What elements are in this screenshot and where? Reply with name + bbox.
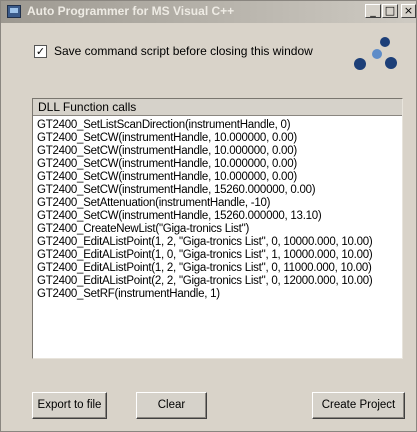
save-script-checkbox[interactable]: ✓	[34, 45, 47, 58]
create-project-button[interactable]: Create Project	[312, 392, 405, 419]
list-item[interactable]: GT2400_SetCW(instrumentHandle, 15260.000…	[37, 210, 400, 223]
close-button[interactable]: ×	[401, 4, 416, 18]
save-script-label[interactable]: Save command script before closing this …	[54, 44, 313, 58]
title-bar[interactable]: Auto Programmer for MS Visual C++ _ □ ×	[1, 1, 416, 23]
maximize-button[interactable]: □	[382, 4, 398, 18]
list-item[interactable]: GT2400_SetListScanDirection(instrumentHa…	[37, 119, 400, 132]
list-item[interactable]: GT2400_SetCW(instrumentHandle, 10.000000…	[37, 171, 400, 184]
list-item[interactable]: GT2400_EditAListPoint(2, 2, "Giga-tronic…	[37, 275, 400, 288]
logo-dot-mid	[372, 49, 382, 59]
logo-dot-top	[380, 37, 390, 47]
logo-dot-right	[385, 57, 397, 69]
export-to-file-button[interactable]: Export to file	[32, 392, 107, 419]
list-item[interactable]: GT2400_SetCW(instrumentHandle, 15260.000…	[37, 184, 400, 197]
list-item[interactable]: GT2400_SetRF(instrumentHandle, 1)	[37, 288, 400, 301]
giga-tronics-logo-icon	[354, 37, 397, 70]
window-title: Auto Programmer for MS Visual C++	[27, 4, 235, 18]
auto-programmer-window: Auto Programmer for MS Visual C++ _ □ × …	[0, 0, 417, 432]
minimize-button[interactable]: _	[365, 4, 381, 18]
list-item[interactable]: GT2400_SetCW(instrumentHandle, 10.000000…	[37, 145, 400, 158]
list-item[interactable]: GT2400_SetCW(instrumentHandle, 10.000000…	[37, 132, 400, 145]
list-item[interactable]: GT2400_SetAttenuation(instrumentHandle, …	[37, 197, 400, 210]
clear-button[interactable]: Clear	[136, 392, 207, 419]
list-item[interactable]: GT2400_EditAListPoint(1, 2, "Giga-tronic…	[37, 262, 400, 275]
logo-dot-left	[354, 58, 366, 70]
list-item[interactable]: GT2400_SetCW(instrumentHandle, 10.000000…	[37, 158, 400, 171]
dll-function-calls-list[interactable]: DLL Function calls GT2400_SetListScanDir…	[32, 98, 403, 359]
list-item[interactable]: GT2400_EditAListPoint(1, 0, "Giga-tronic…	[37, 249, 400, 262]
list-header: DLL Function calls	[33, 99, 402, 116]
list-item[interactable]: GT2400_CreateNewList("Giga-tronics List"…	[37, 223, 400, 236]
list-item[interactable]: GT2400_EditAListPoint(1, 2, "Giga-tronic…	[37, 236, 400, 249]
list-body[interactable]: GT2400_SetListScanDirection(instrumentHa…	[37, 119, 400, 301]
app-window-icon	[7, 5, 21, 18]
